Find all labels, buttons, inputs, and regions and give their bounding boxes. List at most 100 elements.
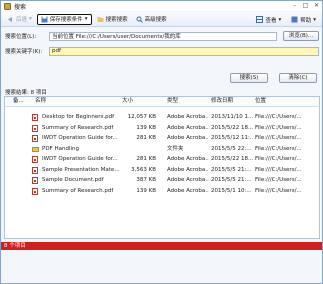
back-button[interactable]: 后退 ▾ [4, 14, 35, 25]
cell-location: File:///C:/Users/... [255, 187, 302, 194]
cell-name: Summary of Research.pdf [42, 187, 114, 194]
pdf-file-icon [32, 187, 38, 195]
cell-type: Adobe Acroba... [167, 166, 209, 173]
search-button[interactable]: 搜索(S) [230, 73, 268, 83]
save-icon [41, 16, 48, 22]
cell-date: 2015/5/1 10:... [211, 187, 252, 194]
toolbar: 后退 ▾ 保存搜索条件 ▾ 搜索搜索 高级搜索 查看 ▾ 帮助 ▾ [1, 12, 322, 27]
search-search-button[interactable]: 搜索搜索 [94, 14, 131, 25]
location-field[interactable]: 当前位置 File:///C:/Users/user/Documents/我的库 [49, 31, 277, 41]
window-controls: – □ ✕ [291, 2, 320, 9]
save-search-button[interactable]: 保存搜索条件 ▾ [36, 13, 92, 25]
magnifier-icon [136, 16, 143, 23]
back-arrow-icon [8, 16, 12, 22]
browse-button[interactable]: 浏览(B)... [283, 31, 319, 41]
keyword-row: 搜索关键字(K): pdf [5, 46, 321, 56]
cell-type: Adobe Acroba... [167, 177, 209, 183]
table-row[interactable]: Summary of Research.pdf 139 KB Adobe Acrob… [5, 124, 319, 133]
cell-date: 2015/5/5 21:... [211, 166, 252, 173]
table-row[interactable]: PDF Handling 文件夹 2015/5/5 22:... File:///C:… [5, 145, 319, 154]
folder-icon [32, 146, 39, 152]
cell-size: 281 KB [136, 156, 156, 162]
table-row[interactable]: IWDT Operation Guide for... 281 KB Adobe A… [5, 134, 319, 143]
cell-type: Adobe Acroba... [167, 124, 209, 131]
cell-type: Adobe Acroba... [167, 114, 209, 120]
chevron-down-icon: ▾ [84, 16, 88, 22]
cell-type: 文件夹 [167, 145, 184, 152]
chevron-down-icon: ▾ [278, 16, 282, 23]
cell-type: Adobe Acroba... [167, 156, 209, 162]
keyword-label: 搜索关键字(K): [5, 49, 43, 55]
column-header-type[interactable]: 类型 [167, 97, 207, 106]
cell-date: 2015/5/22 18... [211, 156, 253, 162]
view-button[interactable]: 查看 ▾ [253, 14, 284, 25]
cell-location: File:///C:/Users/... [255, 166, 302, 173]
cell-size: 139 KB [136, 187, 156, 194]
column-header-note[interactable]: 备... [13, 97, 31, 106]
cell-name: Sample Presentation Mate... [42, 166, 120, 173]
cell-size: 12,057 KB [127, 114, 156, 120]
help-icon [291, 16, 298, 23]
pdf-file-icon [32, 166, 38, 174]
maximize-icon[interactable]: □ [302, 2, 309, 9]
table-row[interactable]: Summary of Research.pdf 139 KB Adobe Acrob… [5, 187, 319, 196]
close-icon[interactable]: ✕ [313, 2, 320, 9]
advanced-search-label: 高级搜索 [144, 17, 167, 23]
search-search-label: 搜索搜索 [105, 17, 128, 23]
cell-date: 2013/11/10 1... [211, 114, 253, 120]
help-label: 帮助 [300, 17, 312, 24]
table-row[interactable]: IWDT Operation Guide for... 281 KB Adobe A… [5, 155, 319, 164]
window-title: 搜索 [14, 3, 27, 11]
search-window: 搜索 – □ ✕ 后退 ▾ 保存搜索条件 ▾ 搜索搜索 高级搜索 查看 ▾ 帮助… [0, 0, 323, 284]
app-icon [4, 2, 11, 10]
cell-date: 2015/5/12 11:... [211, 135, 253, 141]
column-header-date[interactable]: 修改日期 [211, 97, 251, 106]
cell-name: Summary of Research.pdf [42, 124, 114, 131]
column-header-name[interactable]: 名称 [35, 97, 115, 106]
chevron-down-icon: ▾ [29, 16, 32, 22]
chevron-down-icon: ▾ [313, 16, 316, 23]
pdf-file-icon [32, 124, 38, 132]
table-row[interactable]: Sample Document.pdf 387 KB Adobe Acroba...… [5, 176, 319, 185]
back-label: 后退 [16, 17, 28, 23]
cell-location: File:///C:/Users/... [255, 177, 302, 183]
cell-name: Sample Document.pdf [42, 177, 104, 183]
cell-location: File:///C:/Users/... [255, 114, 302, 120]
minimize-icon[interactable]: – [291, 2, 298, 9]
cell-date: 2015/5/22 18... [211, 124, 253, 131]
folder-search-icon [97, 16, 104, 22]
table-row[interactable]: Desktop for Beginners.pdf 12,057 KB Adobe … [5, 113, 319, 122]
results-header: 搜索结果: 8 项目 [5, 90, 47, 96]
pdf-file-icon [32, 156, 38, 163]
cell-type: Adobe Acroba... [167, 135, 209, 141]
toolbar-right: 查看 ▾ 帮助 ▾ [253, 14, 319, 25]
cell-size: 281 KB [136, 135, 156, 141]
cell-date: 2015/5/5 21:... [211, 177, 252, 183]
cell-location: File:///C:/Users/... [255, 124, 302, 131]
cell-size: 387 KB [136, 177, 156, 183]
title-bar: 搜索 – □ ✕ [1, 1, 322, 11]
help-button[interactable]: 帮助 ▾ [288, 14, 319, 25]
column-header-location[interactable]: 位置 [255, 97, 315, 106]
cell-location: File:///C:/Users/... [255, 156, 302, 162]
save-search-label: 保存搜索条件 [49, 17, 83, 23]
location-label: 搜索位置(L): [5, 34, 37, 40]
location-row: 搜索位置(L): 当前位置 File:///C:/Users/user/Docu… [5, 31, 321, 41]
pdf-file-icon [32, 114, 38, 121]
column-header-size[interactable]: 大小 [122, 97, 162, 106]
view-label: 查看 [265, 17, 277, 24]
results-grid: 备... 名称 大小 类型 修改日期 位置 Desktop for Beginn… [4, 96, 320, 239]
cell-size: 139 KB [136, 124, 156, 131]
cell-size [116, 145, 156, 154]
status-bar: 8 个项目 [1, 242, 322, 250]
clear-button[interactable]: 清除(C) [279, 73, 317, 83]
cell-name: Desktop for Beginners.pdf [42, 114, 115, 120]
cell-location: File:///C:/Users/... [255, 135, 302, 141]
cell-size: 3,563 KB [131, 166, 156, 173]
cell-type: Adobe Acroba... [167, 187, 209, 194]
keyword-input[interactable]: pdf [49, 46, 319, 56]
advanced-search-button[interactable]: 高级搜索 [133, 14, 170, 25]
cell-location: File:///C:/Users/... [255, 145, 302, 152]
cell-name: IWDT Operation Guide for... [42, 156, 118, 162]
table-row[interactable]: Sample Presentation Mate... 3,563 KB Adobe… [5, 166, 319, 175]
